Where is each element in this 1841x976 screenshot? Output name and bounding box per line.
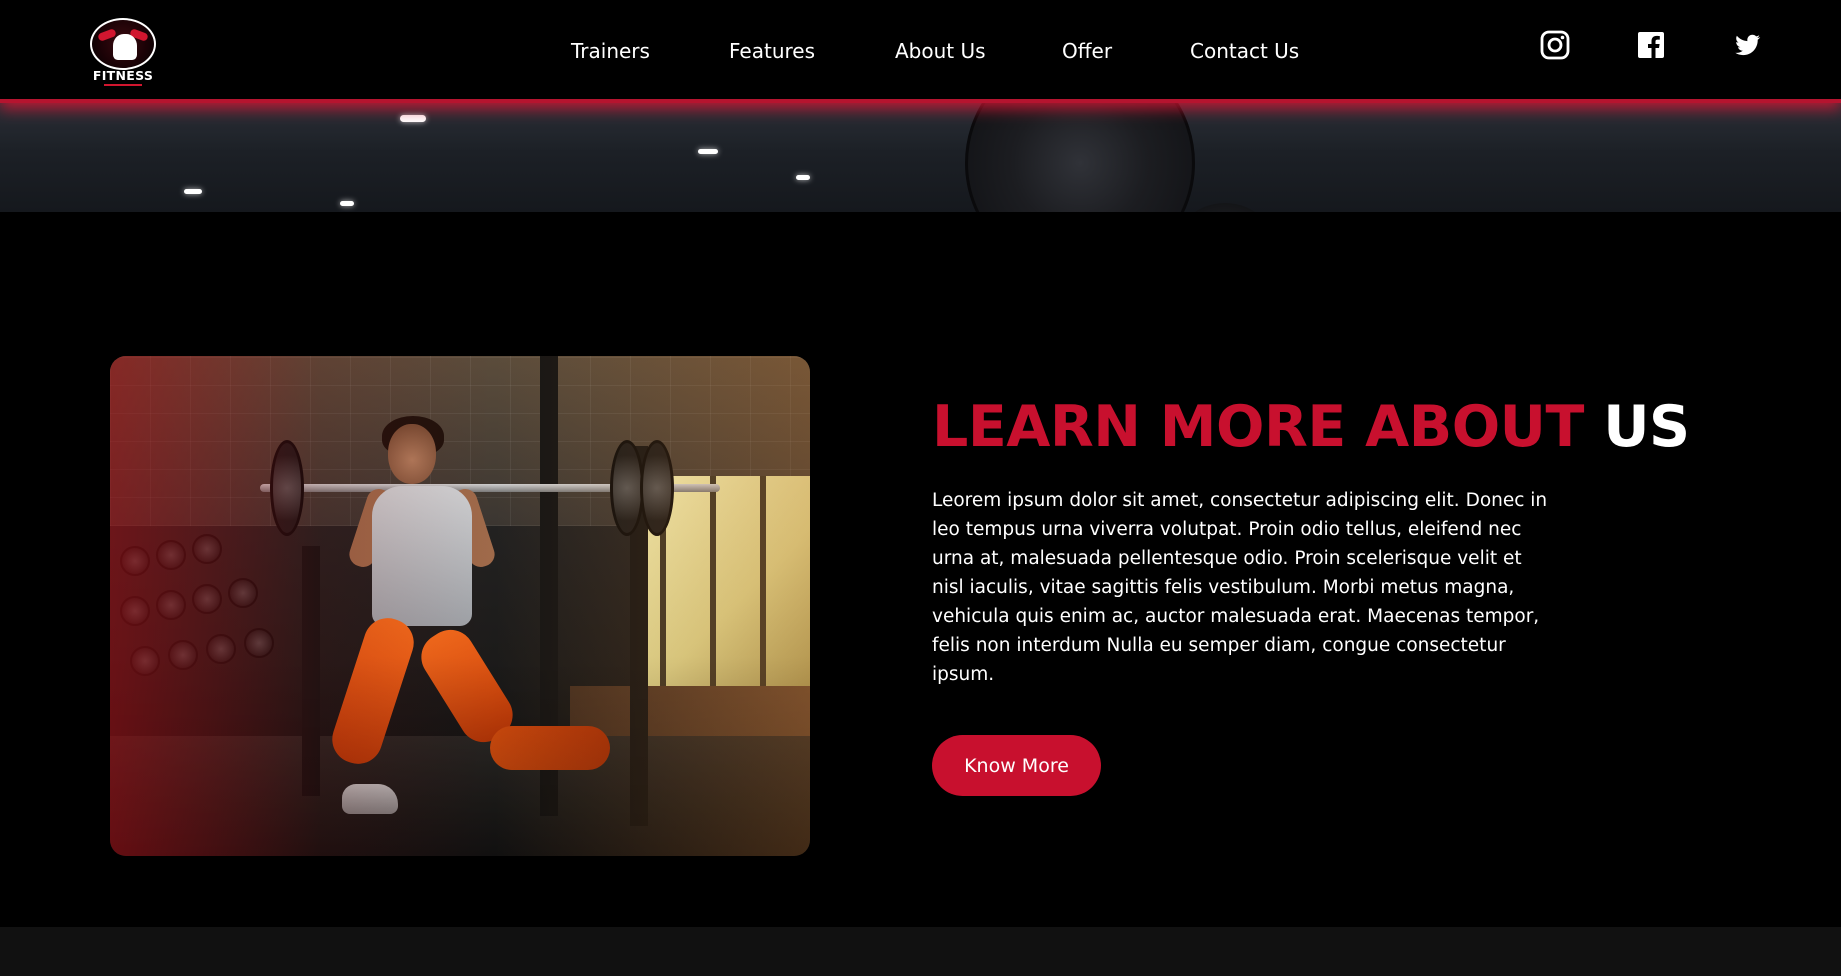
ceiling-light <box>796 175 810 180</box>
about-title-accent: LEARN MORE ABOUT <box>932 394 1584 460</box>
logo-text: FITNESS <box>92 68 154 83</box>
hero-banner-image: 45 <box>0 103 1841 212</box>
logo-badge-icon <box>90 18 156 70</box>
nav-item-contact-us[interactable]: Contact Us <box>1190 39 1299 63</box>
navbar: FITNESS Trainers Features About Us Offer… <box>0 0 1841 103</box>
instagram-icon[interactable] <box>1540 30 1570 60</box>
facebook-icon[interactable] <box>1636 30 1666 60</box>
nav-item-offer[interactable]: Offer <box>1062 39 1112 63</box>
weight-plate <box>965 103 1195 212</box>
about-image <box>110 356 810 856</box>
know-more-button[interactable]: Know More <box>932 735 1101 796</box>
next-section-band <box>0 927 1841 976</box>
ceiling-light <box>340 201 354 206</box>
nav-item-features[interactable]: Features <box>729 39 815 63</box>
twitter-icon[interactable] <box>1732 30 1762 60</box>
about-title-rest: US <box>1603 394 1690 460</box>
about-body-text: Leorem ipsum dolor sit amet, consectetur… <box>932 490 1548 685</box>
nav-item-about-us[interactable]: About Us <box>895 39 986 63</box>
logo-underline <box>104 84 142 86</box>
about-title: LEARN MORE ABOUT US <box>932 392 1690 462</box>
ceiling-light <box>698 149 718 154</box>
ceiling-light <box>400 115 426 122</box>
nav-item-trainers[interactable]: Trainers <box>571 39 650 63</box>
ceiling-light <box>184 189 202 194</box>
logo[interactable]: FITNESS <box>86 16 160 86</box>
